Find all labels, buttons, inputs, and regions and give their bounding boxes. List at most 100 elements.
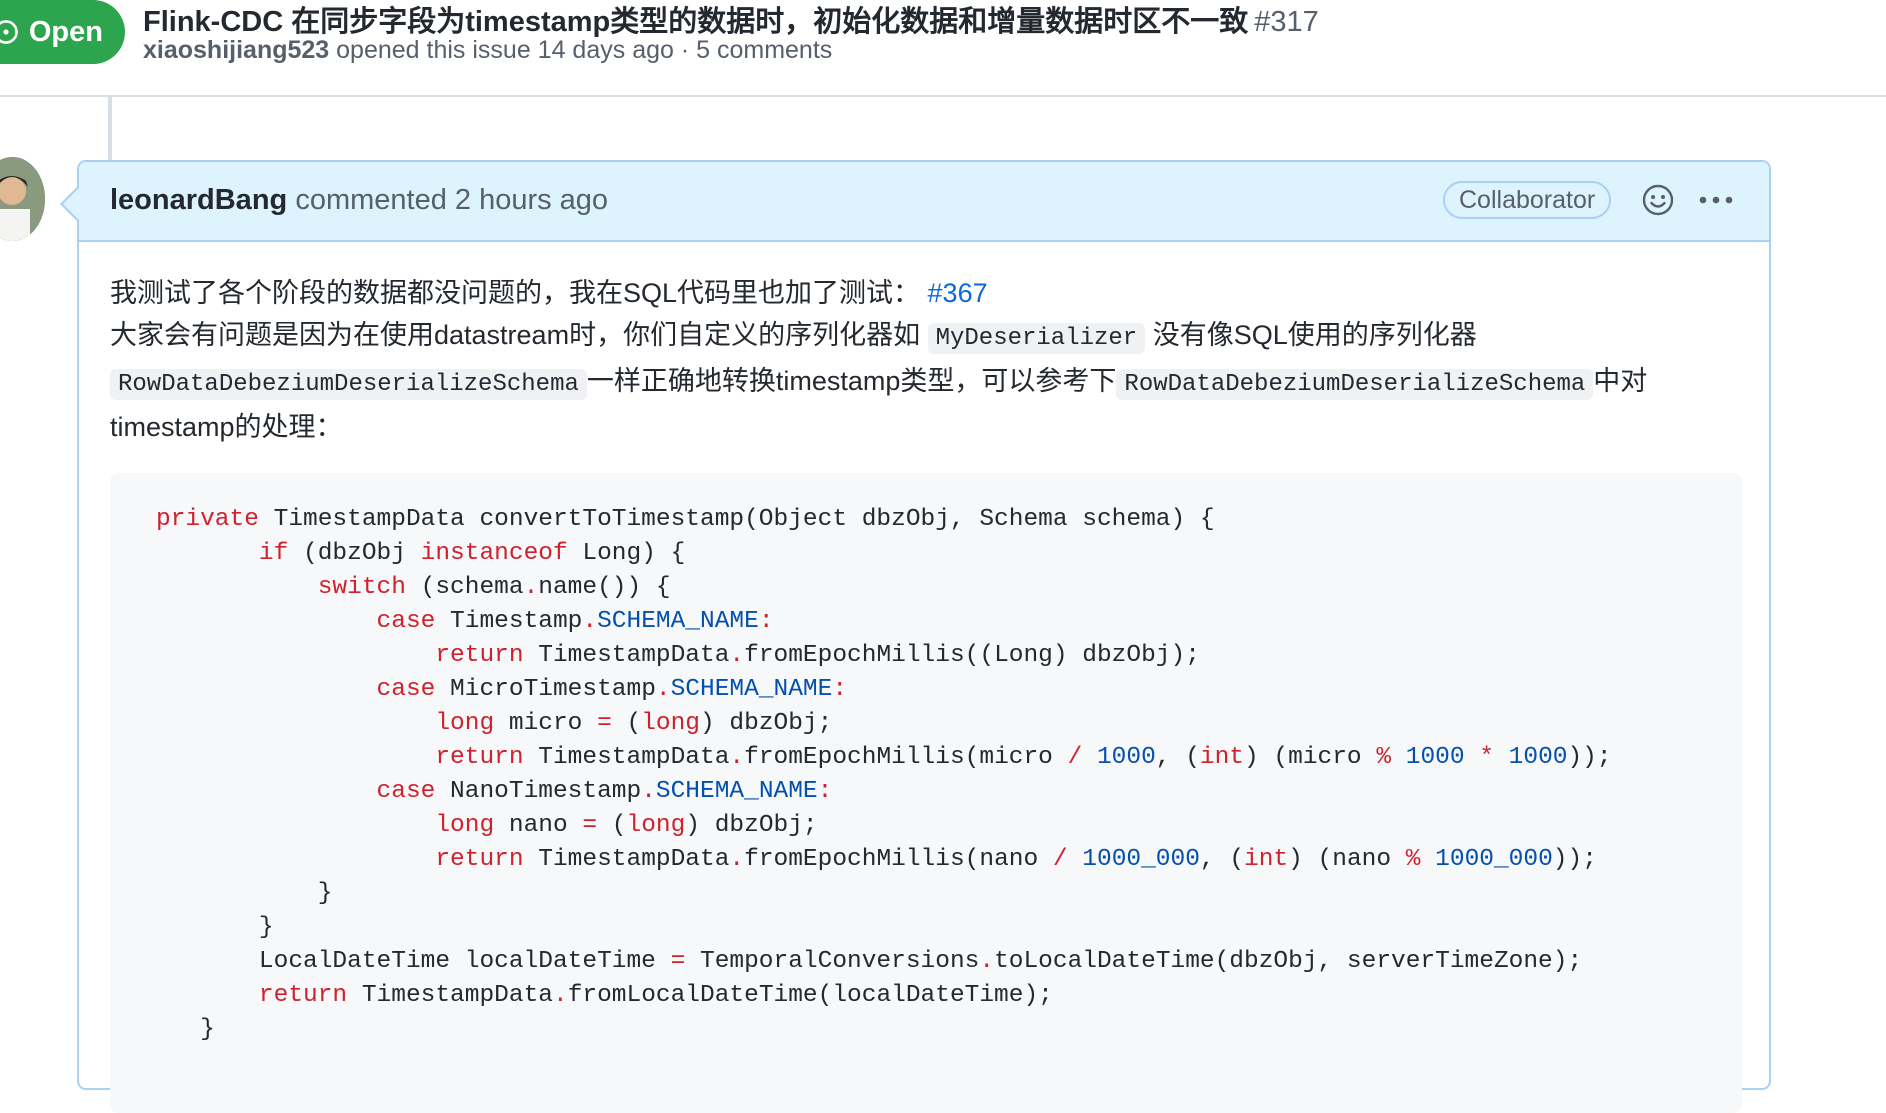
body-text: 中对 <box>1593 366 1648 396</box>
issue-author-link[interactable]: xiaoshijiang523 <box>143 36 329 64</box>
code-token: . <box>552 982 568 1009</box>
issue-reference-link[interactable]: #367 <box>928 278 988 308</box>
code-token: instanceof <box>420 540 568 567</box>
code-token: . <box>641 778 656 805</box>
code-token: return <box>258 982 348 1009</box>
code-line: return TimestampData.fromLocalDateTime(l… <box>156 982 1053 1009</box>
code-token: case <box>376 608 436 635</box>
code-line: return TimestampData.fromEpochMillis(nan… <box>156 846 1597 873</box>
code-token: long <box>435 710 495 737</box>
code-token: ( <box>597 812 627 839</box>
code-token: TimestampData <box>523 744 730 771</box>
code-token: name()) { <box>538 574 671 601</box>
code-token: % <box>1405 846 1421 873</box>
code-line: long nano = (long) dbzObj; <box>156 812 818 839</box>
code-token: * <box>1479 744 1494 771</box>
comment-timestamp[interactable]: commented 2 hours ago <box>295 184 608 216</box>
code-token: ) dbzObj; <box>685 812 818 839</box>
code-token: : <box>817 778 833 805</box>
issue-title-text: Flink-CDC 在同步字段为timestamp类型的数据时，初始化数据和增量… <box>143 6 1249 38</box>
smiley-icon[interactable] <box>1640 182 1676 218</box>
avatar[interactable] <box>0 157 45 241</box>
code-token: long <box>435 812 495 839</box>
code-token: )); <box>1567 744 1612 771</box>
code-token: 1000 <box>1508 744 1568 771</box>
collaborator-badge: Collaborator <box>1443 181 1612 219</box>
issue-meta-text: opened this issue 14 days ago · 5 commen… <box>336 36 833 64</box>
comment-author-link[interactable]: leonardBang <box>110 184 287 216</box>
code-token: ) (micro <box>1244 744 1377 771</box>
code-token: TimestampData <box>347 982 553 1009</box>
code-token: TemporalConversions <box>685 948 980 975</box>
code-token: SCHEMA_NAME <box>655 778 818 805</box>
issue-number: #317 <box>1254 6 1319 38</box>
code-token: fromEpochMillis(nano <box>744 846 1053 873</box>
code-token: private <box>156 506 259 533</box>
code-token: long <box>626 812 686 839</box>
body-text: 一样正确地转换timestamp类型，可以参考下 <box>586 366 1117 396</box>
body-text: 大家会有问题是因为在使用datastream时，你们自定义的序列化器如 <box>110 320 928 350</box>
code-token: fromEpochMillis((Long) dbzObj); <box>744 642 1200 669</box>
code-token: . <box>523 574 539 601</box>
comment-header: leonardBang commented 2 hours ago Collab… <box>79 162 1769 242</box>
code-token: / <box>1052 846 1068 873</box>
code-token: , ( <box>1155 744 1200 771</box>
code-line: LocalDateTime localDateTime = TemporalCo… <box>156 948 1582 975</box>
body-line-2: 大家会有问题是因为在使用datastream时，你们自定义的序列化器如 MyDe… <box>110 314 1750 360</box>
code-token: return <box>435 642 524 669</box>
comment-body: 我测试了各个阶段的数据都没问题的，我在SQL代码里也加了测试： #367 大家会… <box>110 272 1750 448</box>
code-token: micro <box>494 710 598 737</box>
code-token: : <box>758 608 774 635</box>
code-token: SCHEMA_NAME <box>597 608 759 635</box>
body-line-1: 我测试了各个阶段的数据都没问题的，我在SQL代码里也加了测试： #367 <box>110 272 1750 314</box>
code-line: return TimestampData.fromEpochMillis((Lo… <box>156 642 1200 669</box>
code-token: / <box>1067 744 1083 771</box>
kebab-horizontal-icon[interactable] <box>1694 182 1738 218</box>
code-token: return <box>435 744 524 771</box>
code-token: int <box>1244 846 1289 873</box>
code-token: NanoTimestamp <box>435 778 642 805</box>
code-token: ) (nano <box>1288 846 1406 873</box>
body-text: 没有像SQL使用的序列化器 <box>1145 320 1477 350</box>
code-content: private TimestampData convertToTimestamp… <box>110 473 1742 1047</box>
code-token: . <box>979 948 995 975</box>
code-token: : <box>832 676 848 703</box>
issue-header: Open Flink-CDC 在同步字段为timestamp类型的数据时，初始化… <box>0 0 1886 97</box>
code-token: LocalDateTime localDateTime <box>156 948 671 975</box>
issue-state-label: Open <box>28 15 103 48</box>
code-token: fromEpochMillis(micro <box>744 744 1068 771</box>
comment-byline: leonardBang commented 2 hours ago <box>110 184 608 217</box>
code-token: . <box>729 744 745 771</box>
code-token: TimestampData <box>523 846 730 873</box>
code-line: switch (schema.name()) { <box>156 574 671 601</box>
code-line: } <box>156 880 333 907</box>
code-token: 1000_000 <box>1082 846 1200 873</box>
comment-card: leonardBang commented 2 hours ago Collab… <box>77 160 1771 1113</box>
body-line-3: RowDataDebeziumDeserializeSchema 一样正确地转换t… <box>110 360 1750 406</box>
body-line-4: timestamp的处理： <box>110 406 1750 448</box>
code-line: } <box>156 1016 215 1043</box>
code-token: SCHEMA_NAME <box>670 676 833 703</box>
code-token: int <box>1199 744 1245 771</box>
code-token: TimestampData <box>523 642 730 669</box>
timeline-line <box>108 97 112 160</box>
inline-code: RowDataDebeziumDeserializeSchema <box>1116 369 1594 400</box>
code-token: , ( <box>1199 846 1245 873</box>
issue-opened-icon <box>0 20 18 44</box>
body-text: timestamp的处理： <box>110 412 343 442</box>
code-token: = <box>670 948 686 975</box>
code-token: case <box>376 778 436 805</box>
inline-code: MyDeserializer <box>927 323 1146 354</box>
